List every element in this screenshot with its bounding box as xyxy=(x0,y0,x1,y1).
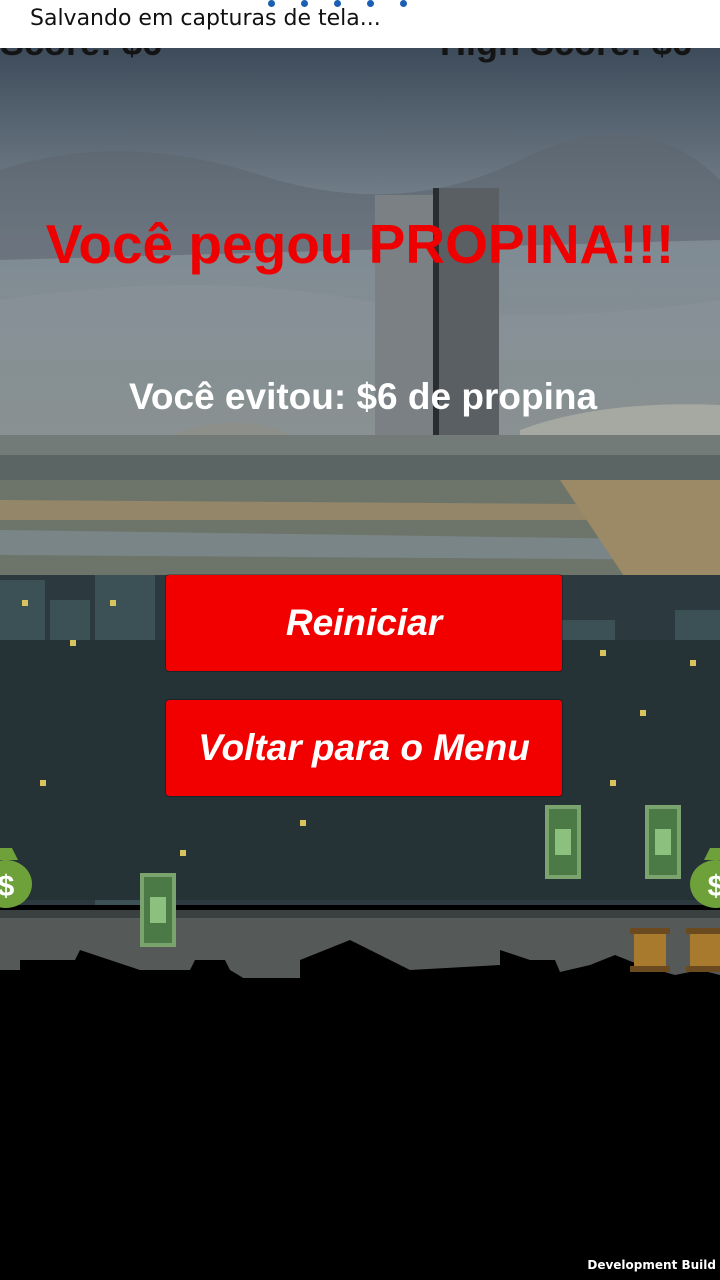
banknote-icon xyxy=(645,805,681,879)
banknote-icon xyxy=(140,873,176,947)
back-to-menu-button[interactable]: Voltar para o Menu xyxy=(166,700,562,796)
game-over-headline: Você pegou PROPINA!!! xyxy=(45,213,675,275)
restart-button[interactable]: Reiniciar xyxy=(166,575,562,671)
svg-text:$: $ xyxy=(708,870,720,903)
score-summary: Você evitou: $6 de propina xyxy=(128,376,598,417)
barrel-icon xyxy=(686,928,720,972)
money-bag-icon: $ xyxy=(690,848,720,908)
status-bar: Salvando em capturas de tela... xyxy=(0,0,720,48)
svg-text:$: $ xyxy=(0,870,15,903)
progress-indicator xyxy=(268,0,418,10)
money-bag-icon: $ xyxy=(0,848,32,908)
barrel-icon xyxy=(630,928,670,972)
banknote-icon xyxy=(545,805,581,879)
development-build-label: Development Build xyxy=(587,1258,716,1272)
